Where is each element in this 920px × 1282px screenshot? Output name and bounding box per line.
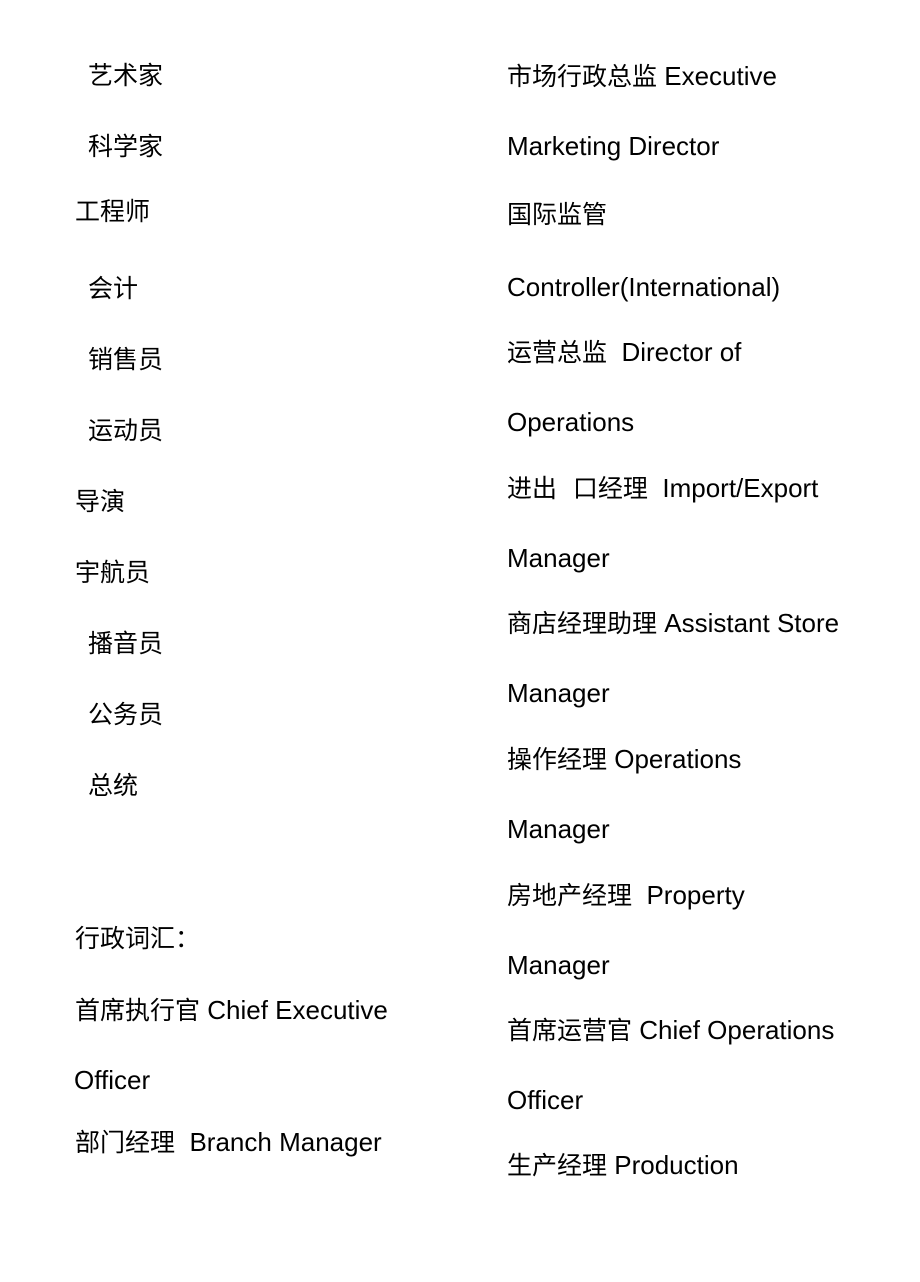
vocab-entry: 市场行政总监 Executive [507,61,777,92]
vocab-en: Import/Export [662,473,819,503]
vocab-en-continued: Manager [507,543,610,573]
vocab-en-continued: Controller(International) [507,272,781,302]
occupation-item: 宇航员 [75,558,151,587]
vocab-zh: 首席执行官 [75,996,201,1025]
vocab-entry: 操作经理 Operations [507,744,741,775]
occupation-item: 销售员 [88,345,164,374]
vocab-en-continued: Manager [507,950,610,980]
vocab-entry: 商店经理助理 Assistant Store [507,608,839,639]
vocab-zh: 市场行政总监 [507,62,658,91]
vocab-zh: 生产经理 [507,1151,608,1180]
vocab-entry: 进出 口经理 Import/Export [507,473,818,504]
occupation-item: 导演 [75,487,126,516]
vocab-zh: 国际监管 [507,200,608,229]
section-heading: 行政词汇： [75,924,201,953]
occupation-item: 艺术家 [88,61,164,90]
vocab-zh: 商店经理助理 [507,609,658,638]
occupation-item: 会计 [88,274,139,303]
vocab-en: Assistant Store [664,608,840,638]
vocab-en-continued: Manager [507,814,610,844]
occupation-item: 科学家 [88,132,164,161]
vocab-entry: 房地产经理 Property [507,880,745,911]
vocab-en: Branch Manager [189,1127,382,1157]
occupation-item: 公务员 [88,700,164,729]
vocab-zh: 进出 口经理 [507,474,648,503]
vocab-zh: 部门经理 [75,1128,176,1157]
occupation-item: 播音员 [88,629,164,658]
vocab-entry: 首席运营官 Chief Operations [507,1015,834,1046]
vocab-en-continued: Marketing Director [507,131,720,161]
vocab-entry: 运营总监 Director of [507,337,741,368]
vocab-en: Executive [664,61,777,91]
vocab-en: Production [614,1150,739,1180]
vocab-en: Operations [614,744,742,774]
vocab-en: Chief Executive [207,995,388,1025]
vocab-en-continued: Officer [507,1085,584,1115]
vocab-entry: 生产经理 Production [507,1150,739,1181]
vocab-en-continued: Operations [507,407,635,437]
vocab-en-continued: Officer [74,1065,151,1095]
vocab-zh: 运营总监 [507,338,608,367]
vocab-en-continued: Manager [507,678,610,708]
vocab-zh: 操作经理 [507,745,608,774]
occupation-item: 工程师 [75,197,151,226]
vocab-zh: 首席运营官 [507,1016,633,1045]
vocab-zh: 房地产经理 [507,881,633,910]
vocab-entry: 首席执行官 Chief Executive [75,995,388,1026]
occupation-item: 运动员 [88,416,164,445]
vocab-entry: 部门经理 Branch Manager [75,1127,382,1158]
occupation-item: 总统 [88,771,139,800]
vocab-en: Property [646,880,745,910]
vocab-en: Director of [621,337,742,367]
vocab-en: Chief Operations [639,1015,835,1045]
